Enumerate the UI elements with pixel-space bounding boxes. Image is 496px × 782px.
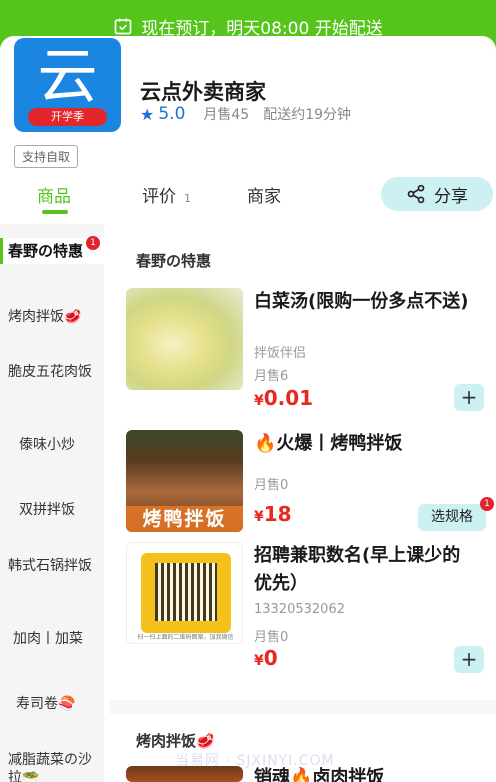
sidebar-badge: 1 xyxy=(86,236,100,250)
product-name: 招聘兼职数名(早上课少的优先） xyxy=(254,545,461,594)
tab-merchant-label: 商家 xyxy=(247,187,281,207)
add-to-cart-button[interactable]: + xyxy=(454,646,484,673)
sidebar-item-add-ons[interactable]: 加肉丨加菜 xyxy=(0,630,104,648)
product-sales: 月售0 xyxy=(254,630,289,645)
sidebar-item-dai-stir-fry[interactable]: 傣味小炒 xyxy=(0,436,104,454)
shop-monthly-sales: 月售45 xyxy=(203,107,250,123)
sidebar-item-label: 傣味小炒 xyxy=(19,437,75,453)
product-image[interactable]: 烤鸭拌饭 xyxy=(126,430,243,532)
tab-reviews-label: 评价 xyxy=(142,187,176,207)
price-currency: ¥ xyxy=(254,653,264,669)
sidebar-item-label: 加肉丨加菜 xyxy=(13,631,83,647)
tab-products[interactable]: 商品 xyxy=(37,182,71,207)
logo-ribbon: 开学季 xyxy=(28,108,107,126)
sidebar-item-label: 脆皮五花肉饭 xyxy=(8,364,92,380)
product-sales: 月售0 xyxy=(254,478,289,493)
tab-reviews-count: 1 xyxy=(184,192,191,205)
watermark: 当易网 · SJXINYI.COM xyxy=(175,753,335,769)
sidebar-item-label: 减脂蔬菜の沙拉🥗 xyxy=(8,752,92,782)
product-desc: 拌饭伴侣 xyxy=(254,346,307,361)
star-icon: ★ xyxy=(140,104,155,124)
shop-delivery-time: 配送约19分钟 xyxy=(263,107,352,123)
share-label: 分享 xyxy=(434,186,468,207)
tab-merchant[interactable]: 商家 xyxy=(247,182,281,207)
sidebar-item-label: 韩式石锅拌饭 xyxy=(8,558,92,574)
product-list: 春野の特惠 白菜汤(限购一份多点不送) 拌饭伴侣 月售6 ¥0.01 + 烤鸭拌… xyxy=(110,224,496,782)
product-image-text: 烤鸭拌饭 xyxy=(126,506,243,532)
calendar-check-icon xyxy=(114,18,132,35)
product-item[interactable]: 烤鸭拌饭 🔥火爆丨烤鸭拌饭 月售0 ¥18 选规格 1 xyxy=(126,430,494,540)
sidebar-item-label: 烤肉拌饭🥩 xyxy=(8,309,82,325)
section-title: 烤肉拌饭🥩 xyxy=(136,732,215,750)
sidebar-item-korean-bibimbap[interactable]: 韩式石锅拌饭 xyxy=(0,557,104,575)
product-desc: 13320532062 xyxy=(254,602,345,617)
shop-rating: 5.0 xyxy=(158,104,186,124)
product-name: 🔥火爆丨烤鸭拌饭 xyxy=(254,433,403,454)
shop-logo: 云 开学季 xyxy=(14,38,121,132)
spec-badge: 1 xyxy=(480,497,494,511)
price-value: 0.01 xyxy=(263,386,314,410)
price-currency: ¥ xyxy=(254,393,264,409)
product-name: 白菜汤(限购一份多点不送) xyxy=(254,291,469,312)
tab-products-label: 商品 xyxy=(37,187,71,207)
shop-name: 云点外卖商家 xyxy=(140,80,266,104)
sidebar-item-bbq-rice[interactable]: 烤肉拌饭🥩 xyxy=(0,308,104,326)
product-price: ¥0 xyxy=(254,646,278,670)
select-spec-button[interactable]: 选规格 xyxy=(418,504,486,531)
logo-glyph: 云 xyxy=(37,42,98,112)
add-to-cart-button[interactable]: + xyxy=(454,384,484,411)
qr-code-frame xyxy=(141,553,231,633)
product-price: ¥0.01 xyxy=(254,386,313,410)
sidebar-item-label: 寿司卷🍣 xyxy=(16,696,76,712)
category-sidebar: 春野の特惠 1 烤肉拌饭🥩 脆皮五花肉饭 傣味小炒 双拼拌饭 韩式石锅拌饭 加肉… xyxy=(0,224,104,782)
shop-meta: ★ 5.0 月售45 配送约19分钟 xyxy=(140,104,351,124)
sidebar-item-sushi[interactable]: 寿司卷🍣 xyxy=(0,695,104,713)
product-item[interactable]: 扫一扫上面的二维码图案，加我微信 招聘兼职数名(早上课少的优先） 1332053… xyxy=(126,542,486,673)
price-currency: ¥ xyxy=(254,509,264,525)
share-button[interactable]: 分享 xyxy=(381,177,493,211)
qr-caption: 扫一扫上面的二维码图案，加我微信 xyxy=(137,634,234,641)
section-divider xyxy=(110,700,496,714)
pickup-tag: 支持自取 xyxy=(14,145,79,168)
sidebar-item-label: 双拼拌饭 xyxy=(19,502,75,518)
product-item[interactable]: 白菜汤(限购一份多点不送) 拌饭伴侣 月售6 ¥0.01 + xyxy=(126,288,486,411)
tab-reviews[interactable]: 评价 1 xyxy=(142,182,191,207)
sidebar-item-salad[interactable]: 减脂蔬菜の沙拉🥗 xyxy=(0,751,104,782)
product-image[interactable]: 扫一扫上面的二维码图案，加我微信 xyxy=(126,542,243,644)
share-icon xyxy=(407,184,425,204)
qr-code-icon xyxy=(155,563,217,621)
product-sales: 月售6 xyxy=(254,369,289,384)
sidebar-item-crispy-pork-rice[interactable]: 脆皮五花肉饭 xyxy=(0,363,104,381)
product-image[interactable] xyxy=(126,288,243,390)
price-value: 0 xyxy=(263,646,278,670)
sidebar-item-label: 春野の特惠 xyxy=(8,242,84,260)
active-tab-indicator xyxy=(42,210,68,214)
product-price: ¥18 xyxy=(254,502,292,526)
price-value: 18 xyxy=(263,502,292,526)
banner-text: 现在预订，明天08:00 开始配送 xyxy=(141,18,383,39)
sidebar-item-double-rice[interactable]: 双拼拌饭 xyxy=(0,501,104,519)
section-title: 春野の特惠 xyxy=(136,252,212,270)
